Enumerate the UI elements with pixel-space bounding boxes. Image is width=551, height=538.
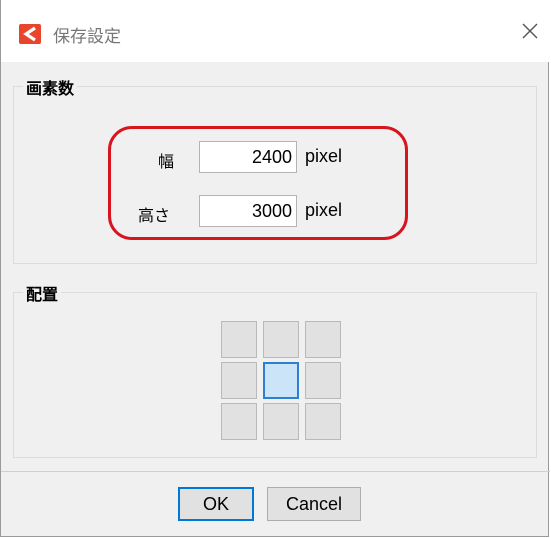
placement-bottom-left[interactable] (221, 403, 257, 440)
pixel-count-group-label: 画素数 (23, 75, 78, 99)
placement-bottom-center[interactable] (263, 403, 299, 440)
save-settings-dialog: 保存設定 画素数 幅 2400 pixel 高さ 3000 pixel 配置 O… (0, 0, 550, 537)
ok-button[interactable]: OK (178, 487, 254, 521)
placement-middle-left[interactable] (221, 362, 257, 399)
placement-top-right[interactable] (305, 321, 341, 358)
cancel-button[interactable]: Cancel (267, 487, 361, 521)
width-unit: pixel (305, 146, 343, 166)
app-logo-icon (19, 24, 41, 44)
width-label: 幅 (158, 152, 175, 171)
title-bar: 保存設定 (1, 0, 550, 62)
dialog-title: 保存設定 (53, 27, 121, 47)
height-unit: pixel (305, 200, 343, 220)
close-icon[interactable] (519, 20, 541, 42)
button-separator (1, 471, 550, 472)
placement-bottom-right[interactable] (305, 403, 341, 440)
placement-middle-right[interactable] (305, 362, 341, 399)
width-input[interactable]: 2400 (199, 141, 297, 173)
height-input[interactable]: 3000 (199, 195, 297, 227)
placement-group-label: 配置 (23, 281, 62, 305)
placement-top-center[interactable] (263, 321, 299, 358)
placement-center[interactable] (263, 362, 299, 399)
placement-top-left[interactable] (221, 321, 257, 358)
height-label: 高さ (138, 206, 171, 225)
